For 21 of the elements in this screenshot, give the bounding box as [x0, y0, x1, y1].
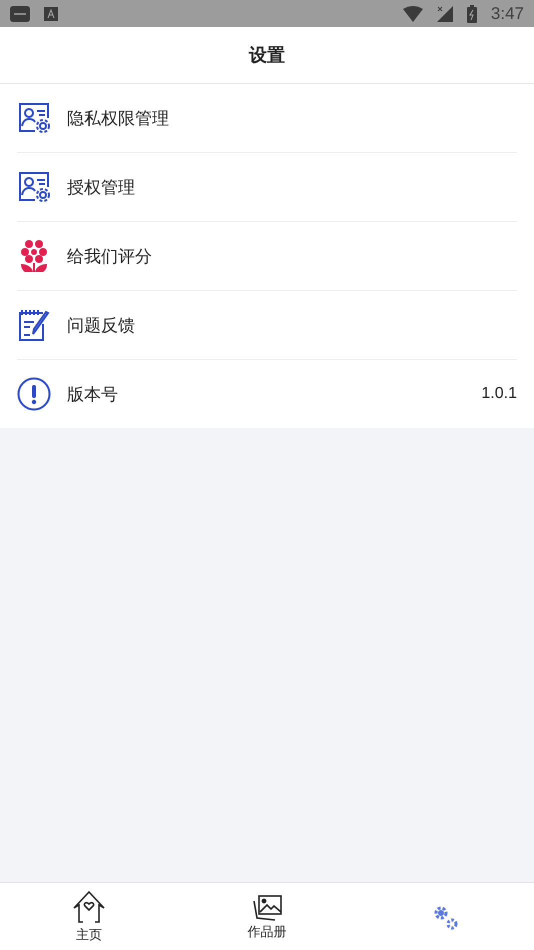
- id-card-gear-icon: [17, 101, 51, 135]
- info-icon: [17, 377, 51, 411]
- wifi-icon: [402, 6, 423, 22]
- keyboard-icon: [44, 6, 58, 20]
- menu-item[interactable]: 问题反馈: [67, 314, 517, 336]
- menu-item[interactable]: 版本号: [67, 382, 482, 406]
- battery-icon: [466, 4, 477, 22]
- notepad-pencil-icon: [17, 308, 51, 342]
- tab[interactable]: 主页: [0, 883, 178, 950]
- version-number: 1.0.1: [481, 385, 517, 403]
- house-heart-icon: [71, 890, 107, 924]
- tab[interactable]: 作品册: [178, 883, 356, 950]
- menu-item[interactable]: 给我们评分: [67, 244, 517, 268]
- menu-item[interactable]: 授权管理: [67, 176, 517, 198]
- page-title: 设置: [249, 44, 285, 67]
- photos-icon: [251, 892, 283, 920]
- notification-icon: [10, 6, 30, 22]
- id-card-gear-icon: [17, 170, 51, 204]
- status-time: 3:47: [490, 4, 524, 24]
- menu-item[interactable]: 隐私权限管理: [67, 106, 517, 130]
- signal-icon: [436, 6, 453, 22]
